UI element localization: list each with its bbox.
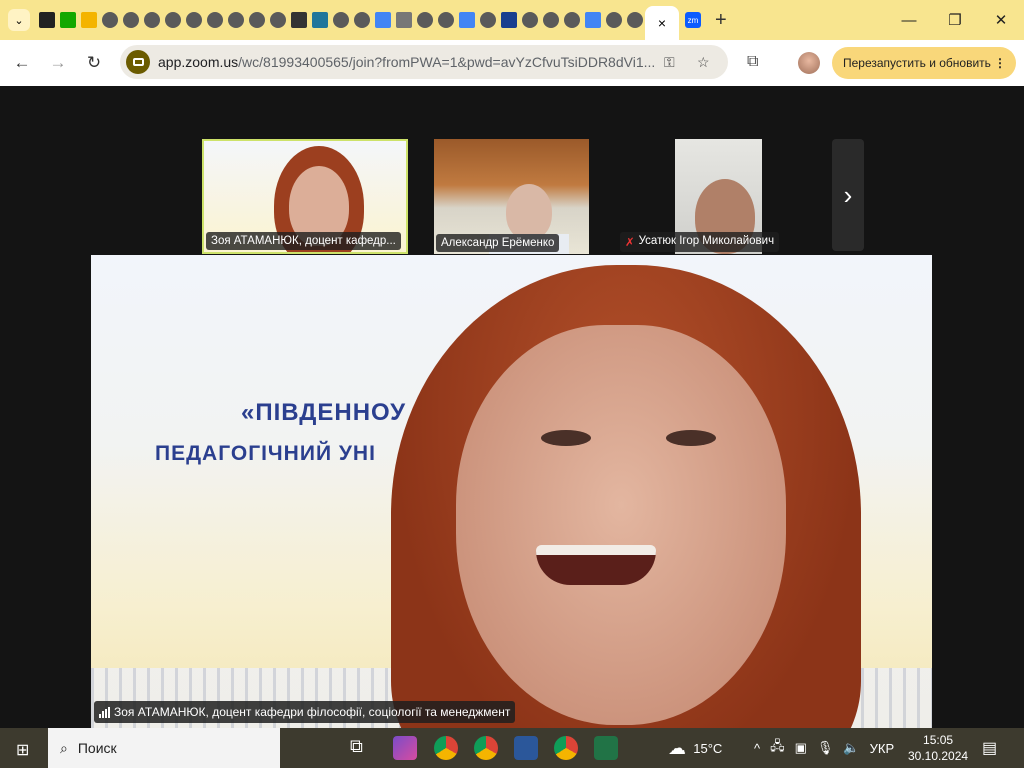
tab-strip: ⌄ × zm + — ❐ ✕ (0, 0, 1024, 40)
back-button[interactable]: ← (8, 53, 36, 73)
site-tab-icon[interactable] (101, 12, 118, 28)
chrome-icon[interactable] (474, 736, 498, 760)
site-tab-icon[interactable] (227, 12, 244, 28)
minimize-button[interactable]: — (886, 0, 932, 40)
participant-name: ✗ Усатюк Ігор Миколайович (620, 232, 780, 252)
wordpress-tab-icon[interactable] (311, 12, 328, 28)
next-page-button[interactable]: › (832, 139, 864, 251)
tab-search-button[interactable]: ⌄ (8, 9, 30, 31)
task-view-icon[interactable]: ⧉ (350, 736, 374, 760)
maximize-button[interactable]: ❐ (932, 0, 978, 40)
notifications-icon[interactable]: ▤ (982, 728, 997, 768)
google-drive-tab-icon[interactable] (80, 12, 97, 28)
excel-icon[interactable] (594, 736, 618, 760)
active-speaker-video: А «ПІВДЕННОУ ЬНИЙ ПЕДАГОГІЧНИЙ УНІ ИНСЬК… (91, 255, 932, 728)
site-tab-icon[interactable] (479, 12, 496, 28)
restart-update-button[interactable]: Перезапустить и обновить ⋮ (832, 47, 1016, 79)
doc-tab-icon[interactable] (374, 12, 391, 28)
menu-icon[interactable]: ⋮ (994, 56, 1006, 70)
windows-taskbar: ⊞ ⌕ Поиск ⧉ ☁ 15°C ^ 🖧 ▣ 🎙 🔈 УКР 15:05 30.… (0, 728, 1024, 768)
extensions-icon[interactable]: ⧉ (747, 53, 758, 71)
site-tab-icon[interactable] (521, 12, 538, 28)
bookmark-star-icon[interactable]: ☆ (697, 54, 710, 71)
taskbar-search[interactable]: ⌕ Поиск (48, 728, 280, 768)
muted-mic-icon: ✗ (625, 237, 635, 249)
site-tab-icon[interactable] (122, 12, 139, 28)
site-tab-icon[interactable] (437, 12, 454, 28)
close-window-button[interactable]: ✕ (978, 0, 1024, 40)
weather-widget[interactable]: ☁ 15°C (668, 728, 722, 768)
site-tab-icon[interactable] (542, 12, 559, 28)
search-icon: ⌕ (60, 739, 68, 756)
site-tab-icon[interactable] (248, 12, 265, 28)
chrome-icon[interactable] (554, 736, 578, 760)
site-tab-icon[interactable] (353, 12, 370, 28)
volume-icon[interactable]: 🔈 (843, 740, 859, 756)
library-tab-icon[interactable] (500, 12, 517, 28)
url-text[interactable]: app.zoom.us/wc/81993400565/join?fromPWA=… (158, 54, 655, 70)
system-tray: ^ 🖧 ▣ 🎙 🔈 УКР (754, 728, 894, 768)
speaker-face (456, 325, 786, 725)
pinned-tabs (36, 12, 645, 28)
participant-name: Александр Ерёменко (436, 234, 560, 252)
site-tab-icon[interactable] (269, 12, 286, 28)
google-translate-tab-icon[interactable] (584, 12, 601, 28)
joomla-tab-icon[interactable] (38, 12, 55, 28)
address-bar[interactable]: app.zoom.us/wc/81993400565/join?fromPWA=… (120, 45, 728, 79)
site-tab-icon[interactable] (416, 12, 433, 28)
site-tab-icon[interactable] (332, 12, 349, 28)
active-tab[interactable]: × (645, 6, 679, 40)
active-speaker-label: Зоя АТАМАНЮК, доцент кафедри філософії, … (94, 701, 516, 723)
upwork-tab-icon[interactable] (59, 12, 76, 28)
participant-thumbnail[interactable]: Александр Ерёменко (434, 139, 589, 254)
doc-tab-icon[interactable] (458, 12, 475, 28)
forward-button[interactable]: → (44, 53, 72, 73)
site-info-icon[interactable] (126, 50, 150, 74)
chrome-icon[interactable] (434, 736, 458, 760)
zoom-tab[interactable]: zm (685, 12, 701, 28)
participant-name: Зоя АТАМАНЮК, доцент кафедр... (206, 232, 401, 250)
show-hidden-icons[interactable]: ^ (754, 741, 760, 756)
network-icon[interactable]: 🖧 (770, 737, 785, 759)
site-tab-icon[interactable] (605, 12, 622, 28)
clipchamp-icon[interactable] (393, 736, 417, 760)
participant-thumbnail[interactable]: Зоя АТАМАНЮК, доцент кафедр... (202, 139, 408, 254)
site-tab-icon[interactable] (185, 12, 202, 28)
connection-signal-icon (99, 706, 110, 718)
new-tab-button[interactable]: + (715, 9, 727, 32)
clock[interactable]: 15:05 30.10.2024 (908, 728, 968, 768)
microphone-icon[interactable]: 🎙 (817, 740, 834, 756)
language-indicator[interactable]: УКР (870, 741, 895, 756)
cloud-icon: ☁ (668, 737, 686, 758)
site-tab-icon[interactable] (626, 12, 643, 28)
reload-button[interactable]: ↻ (80, 53, 108, 73)
wikipedia-tab-icon[interactable] (395, 12, 412, 28)
word-icon[interactable] (514, 736, 538, 760)
site-tab-icon[interactable] (143, 12, 160, 28)
password-key-icon[interactable]: ⚿ (664, 54, 675, 71)
browser-toolbar: ← → ↻ app.zoom.us/wc/81993400565/join?fr… (0, 40, 1024, 86)
profile-avatar[interactable] (798, 52, 820, 74)
participant-thumbnail[interactable]: ✗ Усатюк Ігор Миколайович (620, 139, 780, 254)
pkp-tab-icon[interactable] (290, 12, 307, 28)
site-tab-icon[interactable] (563, 12, 580, 28)
close-tab-icon[interactable]: × (658, 15, 666, 31)
windows-start-icon[interactable]: ⊞ (16, 740, 29, 760)
site-tab-icon[interactable] (164, 12, 181, 28)
site-tab-icon[interactable] (206, 12, 223, 28)
camera-icon[interactable]: ▣ (795, 740, 807, 756)
